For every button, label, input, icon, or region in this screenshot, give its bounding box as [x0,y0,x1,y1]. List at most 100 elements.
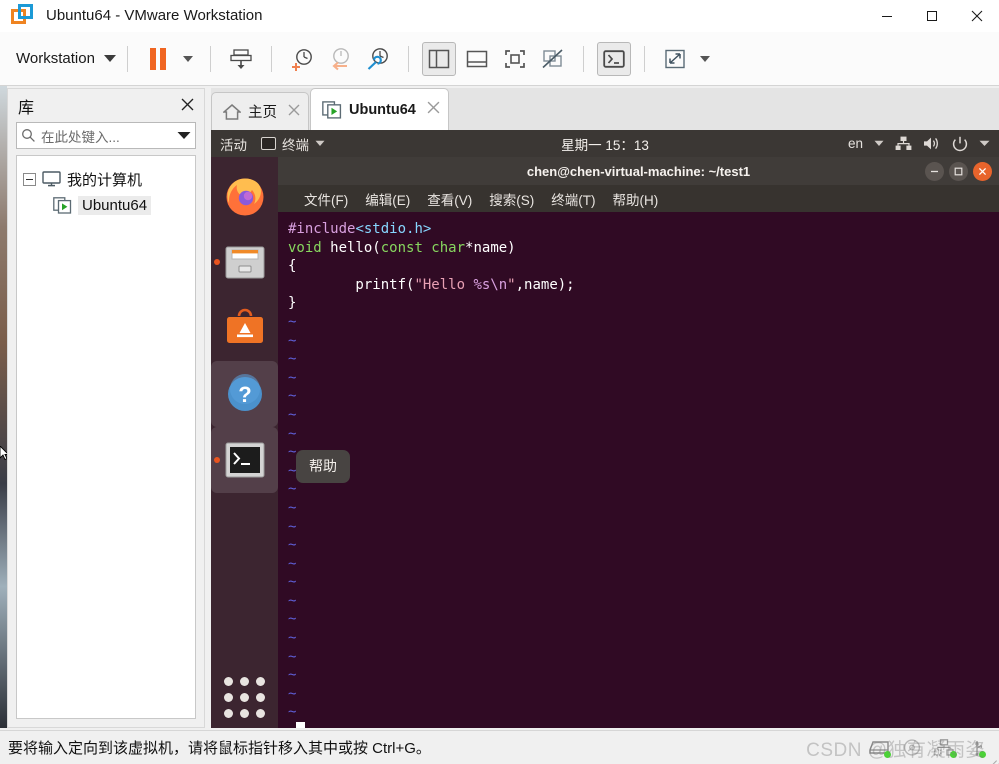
vim-tilde: ~ [288,518,297,535]
unity-disabled-icon [542,48,563,68]
maximize-button[interactable] [909,0,954,32]
vim-tilde: ~ [288,369,297,386]
tab-close-icon[interactable] [427,101,440,118]
resize-grip[interactable] [983,748,999,764]
console-view-button[interactable] [596,41,631,76]
vm-powered-on-icon [53,196,72,214]
code-line: } [288,295,297,312]
tab-label: Ubuntu64 [349,101,416,118]
vim-tilde: ~ [288,704,297,721]
library-search-box[interactable]: 在此处键入... [16,122,196,149]
pause-vm-button[interactable] [141,42,175,76]
snapshot-add-icon [291,48,312,71]
show-library-button[interactable] [421,41,456,76]
status-message: 要将输入定向到该虚拟机，请将鼠标指针移入其中或按 Ctrl+G。 [8,740,431,757]
workstation-menu-button[interactable]: Workstation [16,50,116,67]
code-line: printf("Hello %s\n",name); [288,276,575,293]
gnome-app-menu[interactable]: 终端 [261,134,325,154]
running-indicator [214,457,220,463]
host-desktop-sliver [0,86,7,728]
fullscreen-button[interactable] [498,42,532,76]
tree-node-ubuntu64[interactable]: Ubuntu64 [23,192,189,218]
terminal-close-button[interactable] [973,161,992,181]
menu-help[interactable]: 帮助(H) [613,189,659,209]
menu-view[interactable]: 查看(V) [427,189,472,209]
volume-icon[interactable] [923,136,941,151]
stretch-guest-button[interactable] [658,42,692,76]
thumbnail-bar-icon [466,50,488,67]
terminal-titlebar: chen@chen-virtual-machine: ~/test1 [278,157,999,185]
hard-disk-icon[interactable] [868,739,891,758]
dock-item-firefox[interactable] [211,163,278,229]
expander-collapse-icon[interactable] [23,172,36,186]
vim-tilde: ~ [288,388,297,405]
keyboard-layout-indicator[interactable]: en [848,136,863,151]
activities-button[interactable]: 活动 [220,134,247,154]
menu-terminal[interactable]: 终端(T) [551,189,595,209]
vm-powered-on-icon [322,100,342,119]
send-keys-icon [230,48,252,69]
unity-mode-button[interactable] [536,42,570,76]
vim-tilde: ~ [288,444,297,461]
power-icon[interactable] [952,136,968,152]
fullscreen-icon [505,49,525,68]
code-line: #include<stdio.h> [288,221,432,237]
code-line: { [288,258,297,275]
take-snapshot-button[interactable] [285,42,319,76]
library-close-icon[interactable] [177,96,198,116]
chevron-down-icon [315,140,325,146]
gnome-top-bar: 活动 终端 星期一 15：13 en [211,130,999,157]
revert-snapshot-button[interactable] [323,42,357,76]
library-tree: 我的计算机 Ubuntu64 [16,155,196,719]
network-adapter-icon[interactable] [934,738,957,758]
terminal-maximize-button[interactable] [949,161,968,181]
dock-item-help[interactable]: ? [211,361,278,427]
dock-item-files[interactable] [211,229,278,295]
vim-tilde: ~ [288,555,297,572]
toolbar-divider [407,45,409,72]
dock-item-terminal[interactable] [211,427,278,493]
chevron-down-icon[interactable] [979,140,990,147]
network-wired-icon[interactable] [895,136,912,151]
menu-search[interactable]: 搜索(S) [489,189,534,209]
tree-node-my-computer[interactable]: 我的计算机 [23,166,189,192]
snapshot-manage-icon [367,47,388,70]
workstation-menu-label: Workstation [16,50,95,67]
terminal-content[interactable]: #include<stdio.h> void hello(const char*n… [278,212,999,728]
pause-dropdown-button[interactable] [179,42,197,76]
show-applications-button[interactable] [211,677,278,718]
chevron-down-icon [699,55,710,62]
menu-edit[interactable]: 编辑(E) [365,189,410,209]
search-input[interactable]: 在此处键入... [41,126,172,146]
home-icon [223,103,241,120]
connected-indicator [884,750,891,758]
tab-close-icon[interactable] [288,103,300,120]
minimize-button[interactable] [864,0,909,32]
vmware-logo-icon [8,2,36,30]
close-button[interactable] [954,0,999,32]
toolbar-divider [582,45,584,72]
text-cursor [296,722,306,728]
vim-buffer: #include<stdio.h> void hello(const char*n… [288,220,999,313]
cd-dvd-icon[interactable] [903,738,921,757]
device-status-icons [868,738,993,758]
manage-snapshots-button[interactable] [361,42,395,76]
chevron-down-icon[interactable] [177,131,191,140]
terminal-minimize-button[interactable] [925,161,944,181]
ubuntu-software-icon [226,308,263,343]
terminal-menubar: 文件(F) 编辑(E) 查看(V) 搜索(S) 终端(T) 帮助(H) [278,185,999,212]
tab-home[interactable]: 主页 [211,92,309,130]
show-thumbnail-bar-button[interactable] [460,42,494,76]
dock-item-ubuntu-software[interactable] [211,295,278,361]
terminal-window: chen@chen-virtual-machine: ~/test1 文件(F)… [278,157,999,728]
stretch-dropdown-button[interactable] [696,42,714,76]
vim-tilde: ~ [288,462,297,479]
files-icon [225,246,264,279]
send-ctrl-alt-del-button[interactable] [224,42,258,76]
tab-ubuntu64[interactable]: Ubuntu64 [310,88,449,130]
chevron-down-icon [103,55,116,62]
menu-file[interactable]: 文件(F) [304,189,348,209]
tree-node-label: 我的计算机 [67,171,143,189]
vim-tilde: ~ [288,685,297,702]
search-icon [22,129,35,142]
